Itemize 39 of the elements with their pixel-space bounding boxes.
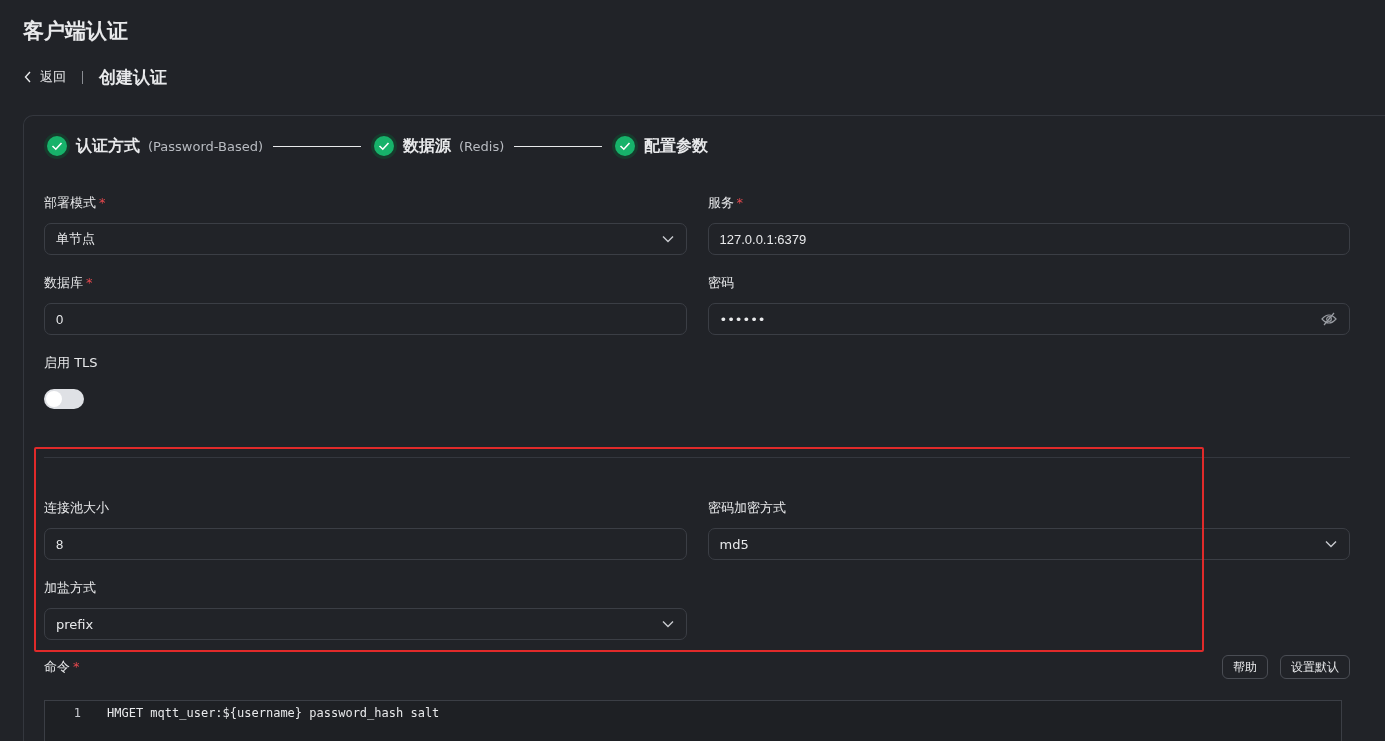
chevron-left-icon xyxy=(24,71,32,83)
eye-slash-icon[interactable] xyxy=(1321,312,1337,326)
chevron-down-icon xyxy=(1325,540,1337,548)
input-field[interactable]: 8 xyxy=(44,528,687,560)
field-label: 密码加密方式 xyxy=(707,500,786,515)
field-label: 启用 TLS xyxy=(44,355,98,370)
code-line: HMGET mqtt_user:${username} password_hash salt xyxy=(107,705,440,721)
step-label: 认证方式 xyxy=(76,135,140,157)
field-label: 部署模式 xyxy=(44,195,96,210)
input-field[interactable]: 127.0.0.1:6379 xyxy=(707,223,1350,255)
field-label: 连接池大小 xyxy=(44,500,109,515)
field-label: 服务 xyxy=(707,195,734,210)
field-label: 命令 xyxy=(44,659,70,674)
breadcrumb-current: 创建认证 xyxy=(99,65,167,89)
required-mark: * xyxy=(99,195,106,210)
password-field[interactable]: •••••• xyxy=(707,303,1350,335)
code-editor[interactable]: 1 HMGET mqtt_user:${username} password_hash salt xyxy=(44,700,1342,741)
field-label: 加盐方式 xyxy=(44,580,96,595)
back-link[interactable]: 返回 xyxy=(24,68,66,86)
input-field[interactable]: 0 xyxy=(44,303,687,335)
select-field[interactable]: prefix xyxy=(44,608,687,640)
toggle-switch[interactable] xyxy=(44,389,84,409)
step-detail: (Redis) xyxy=(459,138,505,154)
required-mark: * xyxy=(736,195,743,210)
page-title: 客户端认证 xyxy=(22,18,129,45)
step-detail: (Password-Based) xyxy=(148,138,263,154)
select-field[interactable]: md5 xyxy=(707,528,1350,560)
field-label: 数据库 xyxy=(44,275,83,290)
toolbar-button[interactable]: 帮助 xyxy=(1222,655,1268,679)
line-number: 1 xyxy=(72,705,81,721)
toolbar-button[interactable]: 设置默认 xyxy=(1280,655,1350,679)
required-mark: * xyxy=(73,659,80,674)
step-label: 数据源 xyxy=(403,135,451,157)
select-field[interactable]: 单节点 xyxy=(44,223,687,255)
required-mark: * xyxy=(86,275,93,290)
chevron-down-icon xyxy=(661,235,674,243)
field-label: 密码 xyxy=(707,275,734,290)
chevron-down-icon xyxy=(661,620,674,628)
step-label: 配置参数 xyxy=(644,135,709,157)
